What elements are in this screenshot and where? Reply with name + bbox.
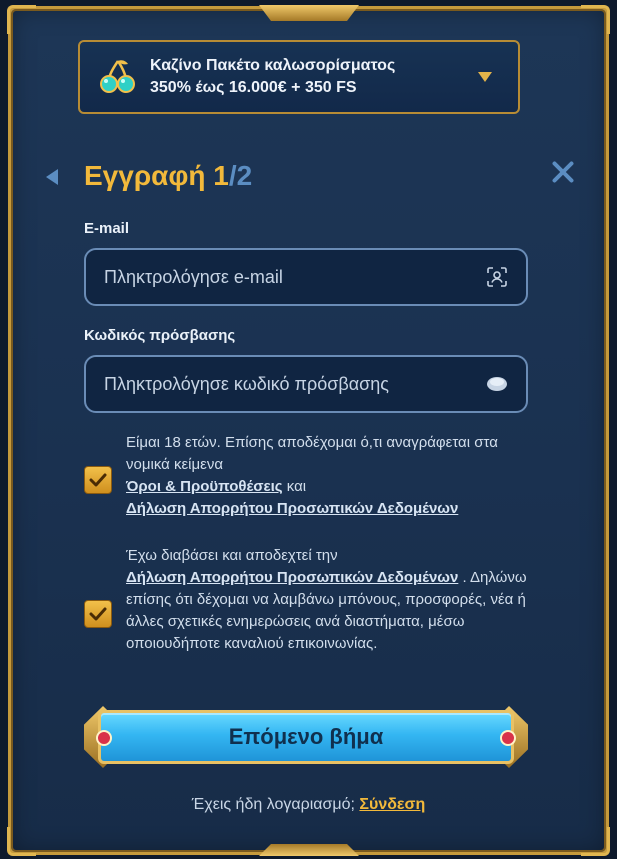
- age-terms-statement: Είμαι 18 ετών. Επίσης αποδέχομαι ό,τι αν…: [126, 434, 498, 473]
- login-question: Έχεις ήδη λογαριασμό;: [191, 796, 360, 813]
- bonus-offer: 350% έως 16.000€ + 350 FS: [150, 79, 357, 96]
- page-title: Εγγραφή 1/2: [84, 160, 252, 192]
- password-label: Κωδικός πρόσβασης: [84, 327, 236, 344]
- frame-corner-ornament: [581, 5, 610, 34]
- frame-corner-ornament: [581, 827, 610, 856]
- title-text: Εγγραφή: [84, 160, 206, 191]
- eye-icon[interactable]: [484, 371, 510, 397]
- checkmark-icon: [89, 607, 107, 621]
- frame-corner-ornament: [7, 5, 36, 34]
- frame-corner-ornament: [7, 827, 36, 856]
- terms-link[interactable]: Όροι & Προϋποθέσεις: [126, 478, 283, 495]
- privacy-link[interactable]: Δήλωση Απορρήτου Προσωπικών Δεδομένων: [126, 569, 458, 586]
- bottom-frame-ornament: [259, 844, 359, 856]
- bonus-text: Καζίνο Πακέτο καλωσορίσματος 350% έως 16…: [150, 55, 478, 99]
- top-frame-ornament: [259, 5, 359, 21]
- next-step-button-face: Επόμενο βήμα: [98, 710, 514, 764]
- next-step-label: Επόμενο βήμα: [228, 724, 384, 749]
- login-link[interactable]: Σύνδεση: [359, 796, 425, 813]
- age-terms-checkbox[interactable]: [84, 466, 112, 494]
- password-field[interactable]: [86, 372, 484, 396]
- bonus-title: Καζίνο Πακέτο καλωσορίσματος: [150, 57, 396, 74]
- marketing-consent-text: Έχω διαβάσει και αποδεχτεί την Δήλωση Απ…: [126, 545, 536, 655]
- email-field[interactable]: [86, 265, 484, 289]
- chevron-down-icon: [478, 72, 492, 82]
- step-total: /2: [228, 160, 253, 191]
- next-step-button[interactable]: Επόμενο βήμα: [84, 706, 528, 768]
- privacy-link[interactable]: Δήλωση Απορρήτου Προσωπικών Δεδομένων: [126, 500, 458, 517]
- marketing-consent-checkbox[interactable]: [84, 600, 112, 628]
- email-label: E-mail: [84, 220, 130, 237]
- marketing-consent-intro: Έχω διαβάσει και αποδεχτεί την: [126, 547, 338, 564]
- user-scan-icon: [484, 264, 510, 290]
- step-current: 1: [213, 160, 229, 191]
- cherries-icon: [98, 57, 138, 97]
- button-gem: [500, 730, 516, 746]
- email-field-container: [84, 248, 528, 306]
- password-field-container: [84, 355, 528, 413]
- button-gem: [96, 730, 112, 746]
- checkmark-icon: [89, 473, 107, 487]
- and-text: και: [282, 478, 307, 495]
- login-prompt: Έχεις ήδη λογαριασμό; Σύνδεση: [0, 796, 617, 814]
- bonus-package-dropdown[interactable]: Καζίνο Πακέτο καλωσορίσματος 350% έως 16…: [78, 40, 520, 114]
- back-arrow-icon[interactable]: [46, 169, 58, 185]
- age-terms-text: Είμαι 18 ετών. Επίσης αποδέχομαι ό,τι αν…: [126, 432, 536, 520]
- close-icon[interactable]: [549, 158, 577, 186]
